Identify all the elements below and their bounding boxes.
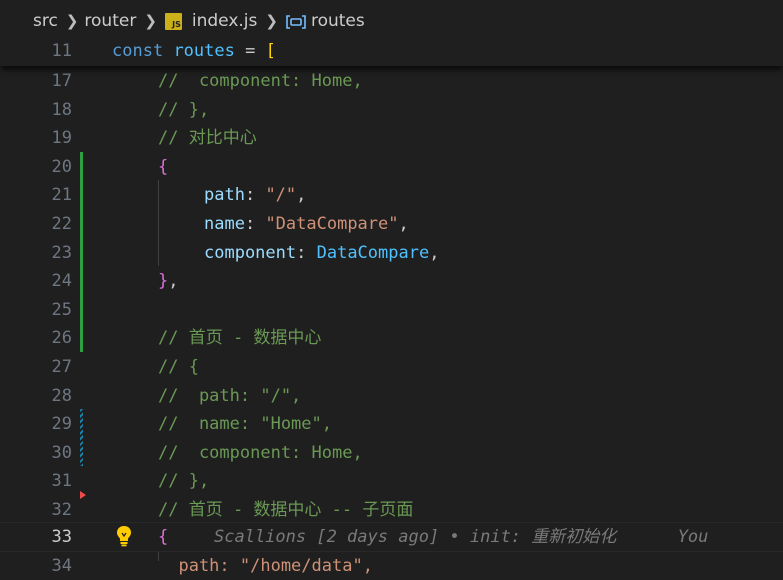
- code-row[interactable]: 34 path: "/home/data",: [0, 552, 783, 580]
- git-blame-annotation[interactable]: Scallions [2 days ago] • init: 重新初始化 You: [214, 523, 708, 552]
- line-number: 20: [51, 156, 72, 177]
- breadcrumb-item-file[interactable]: index.js: [192, 11, 258, 31]
- line-number: 33: [51, 527, 72, 547]
- comment-token: // },: [158, 99, 210, 120]
- line-number: 21: [51, 185, 72, 206]
- comment-token: // 首页 - 数据中心: [158, 328, 322, 349]
- line-number: 25: [51, 299, 72, 320]
- line-number: 19: [51, 128, 72, 149]
- line-number: 17: [51, 71, 72, 91]
- chevron-right-icon: ❯: [65, 12, 79, 30]
- chevron-right-icon: ❯: [265, 12, 278, 30]
- comment-token: // 对比中心: [158, 128, 257, 149]
- line-number: 31: [51, 471, 72, 492]
- line-number: 30: [51, 442, 72, 463]
- variable-token: routes: [173, 41, 235, 61]
- code-row[interactable]: 30 // component: Home,: [0, 439, 783, 468]
- comment-token: // path: "/",: [158, 385, 302, 406]
- code-line: name: "DataCompare",: [204, 210, 409, 239]
- code-line: // 首页 - 数据中心 -- 子页面: [158, 496, 413, 525]
- line-number: 24: [51, 271, 72, 292]
- code-line: },: [158, 267, 179, 296]
- code-line: path: "/",: [204, 181, 306, 210]
- comment-token: // component: Home,: [158, 442, 363, 463]
- identifier-token: DataCompare: [316, 242, 430, 263]
- code-editor[interactable]: src ❯ router ❯ JS index.js ❯ routes 11 c…: [0, 0, 783, 576]
- code-line: // },: [158, 467, 209, 496]
- line-number: 27: [51, 357, 72, 377]
- comment-token: // 首页 - 数据中心 -- 子页面: [158, 500, 414, 520]
- code-line: // component: Home,: [158, 439, 363, 468]
- code-row[interactable]: 26 // 首页 - 数据中心: [0, 324, 783, 353]
- code-row[interactable]: 32 // 首页 - 数据中心 -- 子页面: [0, 496, 783, 525]
- punctuation-token: ,: [429, 242, 440, 263]
- comment-token: // },: [158, 471, 210, 492]
- string-token: "DataCompare": [265, 214, 399, 234]
- comment-token: // component: Home,: [158, 71, 363, 91]
- line-number: 28: [51, 385, 72, 406]
- punctuation-token: :: [244, 185, 266, 206]
- punctuation-token: ,: [168, 271, 179, 292]
- line-number: 18: [51, 99, 72, 120]
- string-token: "/": [265, 185, 297, 206]
- bracket-token: {: [158, 527, 169, 547]
- line-number: 34: [51, 555, 72, 576]
- breadcrumb: src ❯ router ❯ JS index.js ❯ routes: [0, 0, 783, 42]
- breadcrumb-item-router[interactable]: router: [84, 11, 136, 31]
- code-line: // {: [158, 353, 199, 382]
- property-token: path: [204, 185, 245, 206]
- code-line: // component: Home,: [158, 67, 363, 96]
- code-row[interactable]: 20 {: [0, 153, 783, 182]
- code-row[interactable]: 18 // },: [0, 96, 783, 125]
- breadcrumb-item-src[interactable]: src: [33, 11, 58, 31]
- javascript-file-icon: JS: [164, 12, 182, 30]
- punctuation-token: ,: [296, 185, 307, 206]
- code-row[interactable]: 19 // 对比中心: [0, 124, 783, 153]
- code-row[interactable]: 25: [0, 296, 783, 325]
- variable-icon: [286, 15, 306, 29]
- line-number: 22: [51, 214, 72, 234]
- code-line: // 首页 - 数据中心: [158, 324, 321, 353]
- punctuation-token: ,: [398, 214, 409, 234]
- operator-token: =: [234, 41, 266, 61]
- bracket-token: }: [158, 271, 169, 292]
- code-line: // },: [158, 96, 209, 125]
- bracket-token: [: [265, 41, 276, 61]
- property-token: component: [204, 242, 297, 263]
- code-row[interactable]: 29 // name: "Home",: [0, 410, 783, 439]
- comment-token: // {: [158, 357, 199, 377]
- code-row[interactable]: 27 // {: [0, 353, 783, 382]
- comment-token: // name: "Home",: [158, 414, 332, 435]
- code-line: // path: "/",: [158, 382, 301, 411]
- punctuation-token: :: [296, 242, 317, 263]
- keyword-token: const: [112, 41, 164, 61]
- line-number: 29: [51, 414, 72, 435]
- code-token: path: "/home/data",: [158, 555, 373, 576]
- code-line: path: "/home/data",: [158, 552, 373, 580]
- punctuation-token: :: [244, 214, 266, 234]
- code-row[interactable]: 23 component: DataCompare,: [0, 239, 783, 268]
- code-line: {: [158, 153, 168, 182]
- code-line: component: DataCompare,: [204, 239, 439, 268]
- code-line: {: [158, 523, 168, 552]
- lightbulb-icon[interactable]: [115, 525, 133, 547]
- code-line: // name: "Home",: [158, 410, 332, 439]
- code-line: // 对比中心: [158, 124, 257, 153]
- code-row[interactable]: 17 // component: Home,: [0, 67, 783, 96]
- bracket-token: {: [158, 156, 169, 177]
- code-row[interactable]: 22 name: "DataCompare",: [0, 210, 783, 239]
- line-number: 23: [51, 242, 72, 263]
- code-row[interactable]: 21 path: "/",: [0, 181, 783, 210]
- code-row[interactable]: 28 // path: "/",: [0, 382, 783, 411]
- breadcrumb-item-symbol[interactable]: routes: [311, 11, 365, 31]
- chevron-right-icon: ❯: [144, 12, 157, 30]
- line-number: 26: [51, 328, 72, 349]
- code-row[interactable]: 31 // },: [0, 467, 783, 496]
- property-token: name: [204, 214, 245, 234]
- code-row[interactable]: 24 },: [0, 267, 783, 296]
- line-number: 32: [51, 500, 72, 520]
